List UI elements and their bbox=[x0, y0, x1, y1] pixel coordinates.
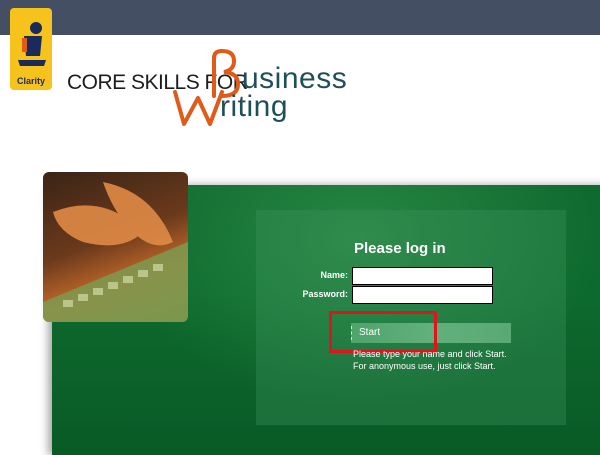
password-input[interactable] bbox=[352, 286, 493, 304]
orange-w-glyph bbox=[173, 90, 224, 126]
name-input[interactable] bbox=[352, 267, 493, 285]
name-label: Name: bbox=[320, 270, 348, 280]
hint-text-line1: Please type your name and click Start. bbox=[353, 349, 507, 359]
title-word-writing: riting bbox=[220, 90, 289, 123]
hint-text-line2: For anonymous use, just click Start. bbox=[353, 361, 496, 371]
keyboard-hands-photo bbox=[43, 172, 188, 322]
svg-text:Clarity: Clarity bbox=[17, 76, 45, 86]
clarity-logo: Clarity bbox=[10, 8, 52, 90]
password-label: Password: bbox=[302, 289, 348, 299]
top-bar bbox=[0, 0, 600, 35]
red-highlight-box bbox=[329, 311, 437, 353]
login-title: Please log in bbox=[354, 240, 446, 257]
